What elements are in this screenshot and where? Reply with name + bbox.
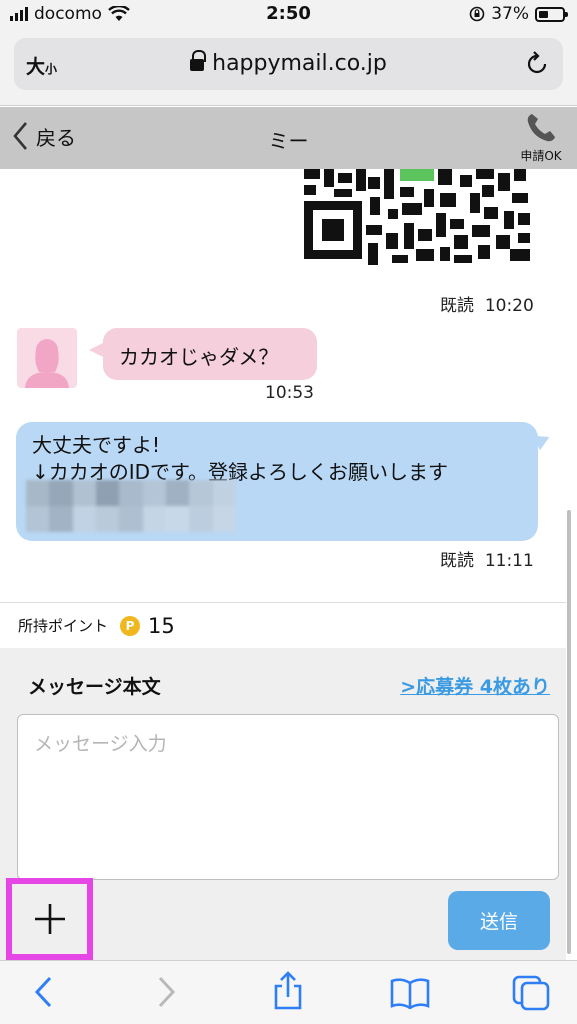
browser-address-area: 大小 happymail.co.jp: [0, 30, 577, 106]
incoming-message-bubble: カカオじゃダメ？: [89, 328, 317, 380]
avatar[interactable]: [17, 328, 77, 388]
scrollbar[interactable]: [567, 510, 571, 954]
blurred-id: [26, 480, 236, 532]
outgoing-read-status: 既読 11:11: [440, 551, 534, 571]
message-composer: メッセージ本文 >応募券 4枚あり 送信: [0, 648, 566, 960]
points-value: 15: [148, 613, 175, 638]
qr-code-image[interactable]: [304, 169, 532, 281]
qr-read-status: 既読 10:20: [440, 296, 534, 316]
qr-pattern: [304, 169, 532, 281]
composer-title: メッセージ本文: [28, 676, 161, 698]
send-button[interactable]: 送信: [448, 891, 550, 950]
outgoing-line-1: 大丈夫ですよ!: [32, 433, 161, 457]
plus-icon: [34, 904, 65, 934]
battery-icon: [535, 6, 568, 22]
call-button[interactable]: 申請OK: [517, 111, 565, 164]
status-bar: docomo 2:50 37%: [0, 0, 577, 30]
point-coin-icon: P: [120, 615, 141, 636]
url-text: happymail.co.jp: [212, 51, 387, 76]
reload-icon[interactable]: [525, 50, 549, 76]
battery-percent: 37%: [491, 4, 529, 24]
share-icon[interactable]: [272, 971, 304, 1011]
page-title: ミー: [268, 129, 309, 153]
address-bar[interactable]: 大小 happymail.co.jp: [14, 38, 563, 90]
chevron-left-icon[interactable]: [32, 975, 54, 1009]
bookmarks-icon[interactable]: [390, 977, 430, 1009]
outgoing-message-bubble: 大丈夫ですよ! ↓カカオのIDです。登録よろしくお願いします: [16, 422, 538, 541]
browser-toolbar: [0, 960, 577, 1024]
chevron-right-icon[interactable]: [156, 975, 178, 1009]
lock-icon: [190, 50, 207, 72]
message-input[interactable]: [17, 714, 559, 880]
points-label: 所持ポイント: [18, 617, 109, 635]
chat-header: 戻る ミー 申請OK: [0, 107, 577, 169]
add-attachment-button[interactable]: [6, 878, 93, 960]
person-silhouette-icon: [25, 339, 69, 388]
rotation-lock-icon: [469, 6, 485, 22]
ticket-link[interactable]: >応募券 4枚あり: [400, 672, 550, 699]
points-row: 所持ポイント P 15: [0, 602, 566, 648]
incoming-time: 10:53: [265, 383, 314, 403]
phone-icon: [527, 114, 555, 142]
tabs-icon[interactable]: [512, 975, 550, 1011]
call-label: 申請OK: [520, 149, 562, 163]
